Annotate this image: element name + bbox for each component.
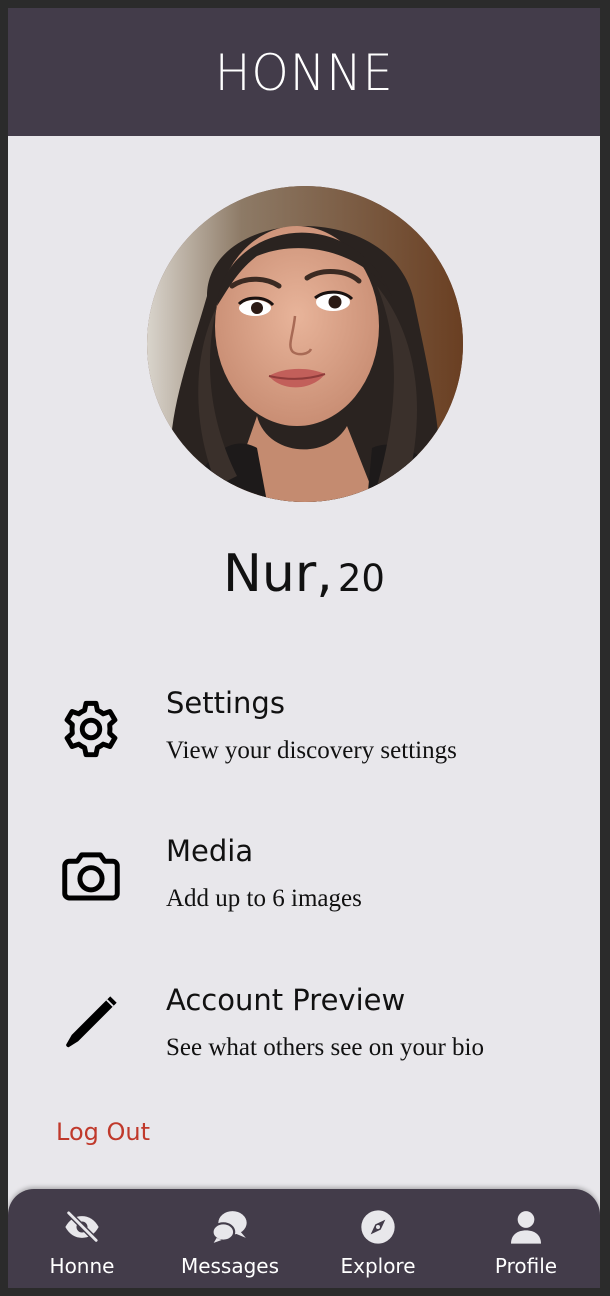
bottom-tab-bar: Honne Messages Explore Profile	[8, 1189, 600, 1288]
tab-explore[interactable]: Explore	[304, 1189, 452, 1288]
account-preview-title: Account Preview	[166, 983, 406, 1017]
tab-profile[interactable]: Profile	[452, 1189, 600, 1288]
eye-slash-icon	[65, 1210, 99, 1244]
menu-item-account-preview[interactable]: Account Preview See what others see on y…	[8, 983, 600, 1093]
profile-name-age: Nur, 20	[8, 544, 600, 604]
settings-subtitle: View your discovery settings	[166, 737, 457, 764]
media-subtitle: Add up to 6 images	[166, 885, 362, 912]
menu-item-media[interactable]: Media Add up to 6 images	[8, 834, 600, 944]
profile-age: 20	[337, 557, 385, 600]
camera-icon	[62, 852, 120, 901]
settings-title: Settings	[166, 686, 285, 720]
logout-link[interactable]: Log Out	[56, 1118, 150, 1146]
tab-honne-label: Honne	[49, 1254, 115, 1278]
tab-explore-label: Explore	[340, 1254, 416, 1278]
person-icon	[511, 1211, 541, 1244]
menu-item-settings[interactable]: Settings View your discovery settings	[8, 686, 600, 796]
tab-messages-label: Messages	[180, 1254, 280, 1278]
app-logo-text: HONNE	[214, 44, 394, 102]
app-screen: HONNE Nur, 20 Settings View your discove…	[8, 8, 600, 1288]
compass-icon	[361, 1210, 395, 1244]
avatar-photo	[147, 186, 463, 502]
gear-icon	[64, 700, 118, 758]
avatar[interactable]	[147, 186, 463, 502]
tab-profile-label: Profile	[494, 1254, 558, 1278]
tab-messages[interactable]: Messages	[156, 1189, 304, 1288]
profile-name: Nur,	[223, 544, 333, 604]
media-title: Media	[166, 834, 254, 868]
tab-honne[interactable]: Honne	[8, 1189, 156, 1288]
chat-bubbles-icon	[211, 1211, 247, 1243]
account-preview-subtitle: See what others see on your bio	[166, 1034, 484, 1061]
app-header: HONNE	[8, 8, 600, 136]
pencil-icon	[66, 996, 117, 1048]
